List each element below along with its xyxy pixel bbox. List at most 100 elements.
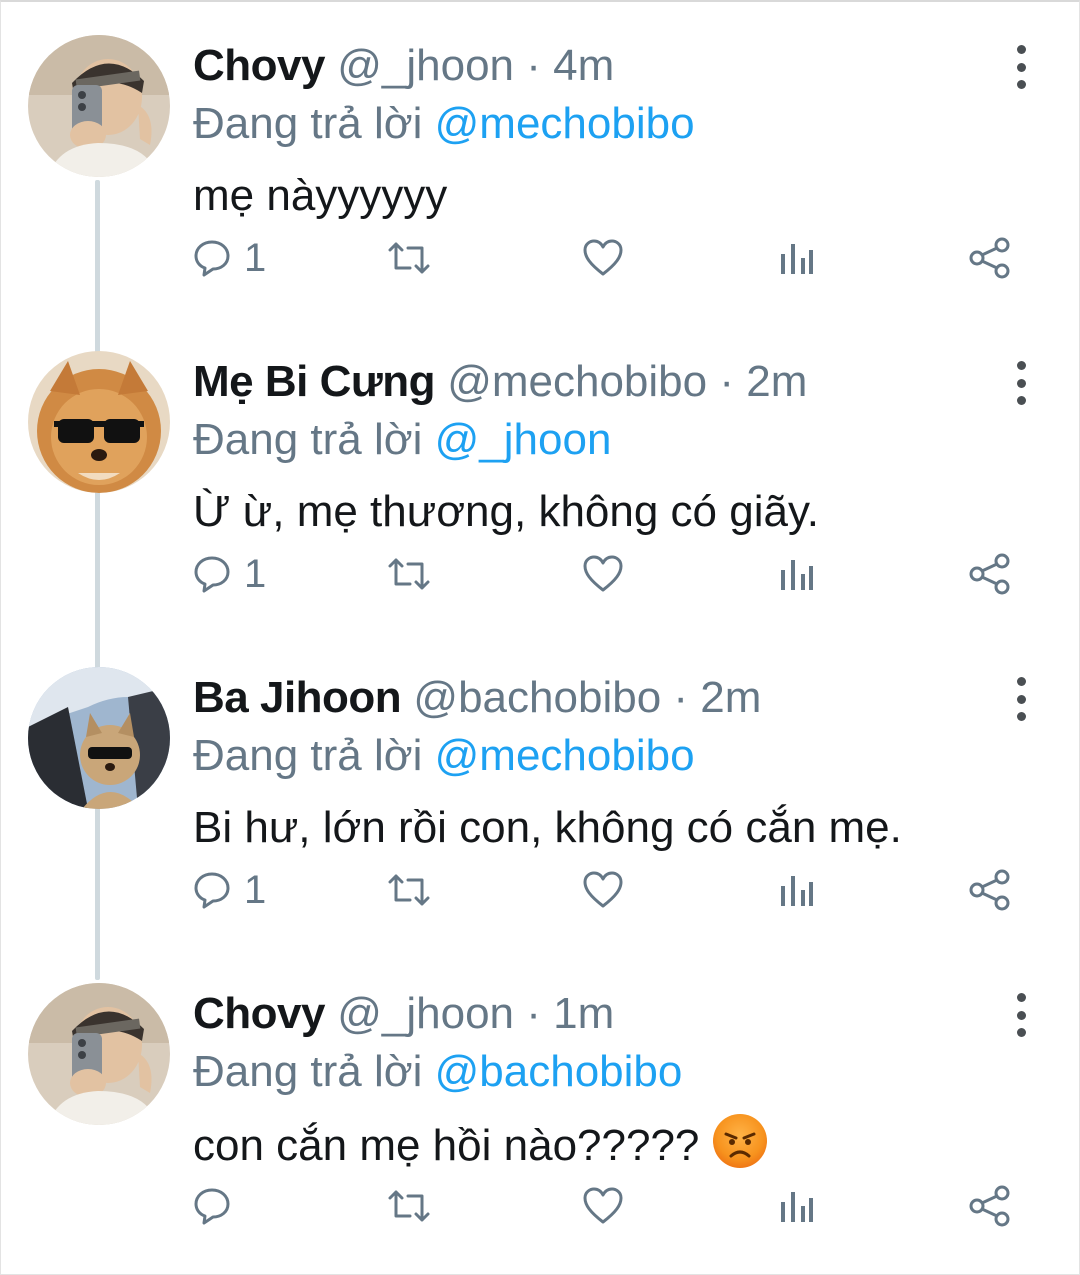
analytics-icon — [781, 560, 813, 590]
share-icon — [969, 237, 1010, 279]
retweet-icon — [388, 874, 430, 906]
tweet-header: Ba Jihoon @bachobibo · 2m — [193, 670, 761, 726]
tweet-actions: 1 — [0, 858, 1080, 922]
retweet-button[interactable] — [386, 858, 432, 922]
separator-dot: · — [719, 357, 735, 406]
replying-to-line: Đang trả lời @mechobibo — [193, 96, 695, 152]
display-name[interactable]: Ba Jihoon — [193, 673, 402, 722]
user-handle[interactable]: @_jhoon — [337, 41, 514, 90]
replying-to-label: Đang trả lời — [193, 99, 423, 148]
retweet-button[interactable] — [386, 226, 432, 290]
reply-button[interactable] — [192, 1174, 244, 1238]
reply-button[interactable]: 1 — [192, 542, 266, 606]
analytics-icon — [781, 244, 813, 274]
reply-icon — [194, 872, 230, 909]
reply-to-mention[interactable]: @_jhoon — [435, 415, 612, 464]
more-options-icon[interactable] — [1004, 677, 1038, 721]
separator-dot: · — [526, 41, 541, 90]
like-button[interactable] — [582, 858, 624, 922]
replying-to-label: Đang trả lời — [193, 415, 423, 464]
replying-to-label: Đang trả lời — [193, 1047, 423, 1096]
like-button[interactable] — [582, 1174, 624, 1238]
reply-button[interactable]: 1 — [192, 226, 266, 290]
like-button[interactable] — [582, 542, 624, 606]
replying-to-line: Đang trả lời @bachobibo — [193, 1044, 682, 1100]
tweet-actions: 1 — [0, 542, 1080, 606]
retweet-button[interactable] — [386, 1174, 432, 1238]
user-handle[interactable]: @bachobibo — [413, 673, 661, 722]
user-handle[interactable]: @mechobibo — [447, 357, 707, 406]
timestamp[interactable]: 4m — [553, 41, 614, 90]
share-icon — [969, 1185, 1010, 1227]
tweet-actions — [0, 1174, 1080, 1238]
retweet-icon — [388, 242, 430, 274]
share-button[interactable] — [968, 858, 1012, 922]
tweet-actions: 1 — [0, 226, 1080, 290]
tweet[interactable]: Ba Jihoon @bachobibo · 2m Đang trả lời @… — [0, 632, 1080, 948]
tweet-header: Chovy @_jhoon · 1m — [193, 986, 614, 1042]
analytics-icon — [781, 1192, 813, 1222]
timestamp[interactable]: 2m — [746, 357, 807, 406]
display-name[interactable]: Chovy — [193, 41, 325, 90]
avatar[interactable] — [28, 667, 170, 809]
share-icon — [969, 869, 1010, 911]
share-button[interactable] — [968, 226, 1012, 290]
more-options-icon[interactable] — [1004, 361, 1038, 405]
tweet-text: Bi hư, lớn rồi con, không có cắn mẹ. — [193, 803, 902, 852]
analytics-button[interactable] — [777, 542, 817, 606]
reply-count: 1 — [244, 551, 267, 596]
like-icon — [583, 555, 623, 592]
tweet-header: Mẹ Bi Cưng @mechobibo · 2m — [193, 354, 807, 410]
share-button[interactable] — [968, 542, 1012, 606]
user-handle[interactable]: @_jhoon — [337, 989, 514, 1038]
selfie-person-avatar-image — [28, 983, 170, 1125]
replying-to-line: Đang trả lời @mechobibo — [193, 728, 695, 784]
more-options-icon[interactable] — [1004, 45, 1038, 89]
tweet[interactable]: Mẹ Bi Cưng @mechobibo · 2m Đang trả lời … — [0, 316, 1080, 632]
tweet-header: Chovy @_jhoon · 4m — [193, 38, 614, 94]
reply-button[interactable]: 1 — [192, 858, 266, 922]
reply-count: 1 — [244, 867, 267, 912]
share-icon — [969, 553, 1010, 595]
reply-count: 1 — [244, 235, 267, 280]
reply-icon — [194, 240, 230, 277]
reply-to-mention[interactable]: @bachobibo — [435, 1047, 683, 1096]
reply-to-mention[interactable]: @mechobibo — [435, 99, 695, 148]
retweet-icon — [388, 558, 430, 590]
more-options-icon[interactable] — [1004, 993, 1038, 1037]
avatar[interactable] — [28, 351, 170, 493]
retweet-button[interactable] — [386, 542, 432, 606]
selfie-person-avatar-image — [28, 35, 170, 177]
dog-in-car-avatar-image — [28, 667, 170, 809]
separator-dot: · — [673, 673, 689, 722]
share-button[interactable] — [968, 1174, 1012, 1238]
reply-to-mention[interactable]: @mechobibo — [435, 731, 695, 780]
tweet-text-container: con cắn mẹ hồi nào????? — [193, 1114, 768, 1176]
analytics-icon — [781, 876, 813, 906]
tweet-text: con cắn mẹ hồi nào????? — [193, 1121, 700, 1170]
timestamp[interactable]: 2m — [700, 673, 761, 722]
tweet[interactable]: Chovy @_jhoon · 1m Đang trả lời @bachobi… — [0, 948, 1080, 1264]
tweet-text: mẹ nàyyyyyy — [193, 171, 448, 220]
display-name[interactable]: Mẹ Bi Cưng — [193, 357, 435, 406]
dog-sunglasses-avatar-image — [28, 351, 170, 493]
reply-icon — [194, 556, 230, 593]
replying-to-label: Đang trả lời — [193, 731, 423, 780]
analytics-button[interactable] — [777, 226, 817, 290]
like-icon — [583, 871, 623, 908]
analytics-button[interactable] — [777, 1174, 817, 1238]
avatar[interactable] — [28, 35, 170, 177]
tweet[interactable]: Chovy @_jhoon · 4m Đang trả lời @mechobi… — [0, 0, 1080, 316]
like-button[interactable] — [582, 226, 624, 290]
tweet-text: Ừ ừ, mẹ thương, không có giãy. — [193, 487, 819, 536]
display-name[interactable]: Chovy — [193, 989, 325, 1038]
replying-to-line: Đang trả lời @_jhoon — [193, 412, 611, 468]
reply-icon — [194, 1188, 230, 1225]
analytics-button[interactable] — [777, 858, 817, 922]
avatar[interactable] — [28, 983, 170, 1125]
like-icon — [583, 239, 623, 276]
like-icon — [583, 1187, 623, 1224]
separator-dot: · — [526, 989, 541, 1038]
retweet-icon — [388, 1190, 430, 1222]
timestamp[interactable]: 1m — [553, 989, 614, 1038]
